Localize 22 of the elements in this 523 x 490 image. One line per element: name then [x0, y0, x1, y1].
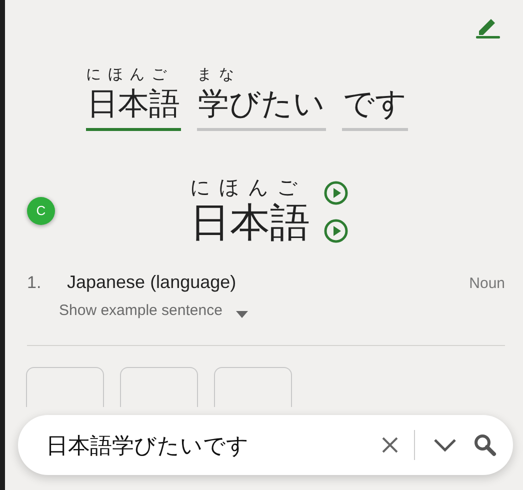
example-toggle[interactable]: Show example sentence	[59, 300, 248, 322]
furigana: にほんご	[190, 177, 306, 199]
furigana: にほんご	[86, 66, 173, 84]
kanji-tile[interactable]	[214, 366, 292, 406]
kanji-tile[interactable]	[26, 366, 104, 406]
search-field[interactable]: 日本語学びたいです	[18, 415, 513, 475]
part-of-speech: Noun	[469, 274, 505, 294]
clear-icon[interactable]	[380, 435, 400, 455]
play-icon[interactable]	[324, 219, 348, 243]
sentence-word[interactable]: です	[342, 84, 408, 131]
sense-number: 1.	[27, 272, 42, 294]
avatar-badge: C	[27, 197, 55, 225]
play-icon[interactable]	[324, 181, 348, 205]
sentence-word[interactable]: 日本語	[86, 84, 181, 131]
chevron-down-icon[interactable]	[433, 437, 457, 453]
sense-meaning: Japanese (language)	[67, 271, 236, 294]
headword: 日本語	[190, 200, 310, 247]
furigana: まな	[197, 66, 240, 84]
kanji-tile[interactable]	[120, 366, 198, 406]
caret-icon	[236, 310, 248, 318]
sentence-word[interactable]: 学びたい	[197, 84, 326, 131]
search-icon[interactable]	[473, 433, 497, 457]
